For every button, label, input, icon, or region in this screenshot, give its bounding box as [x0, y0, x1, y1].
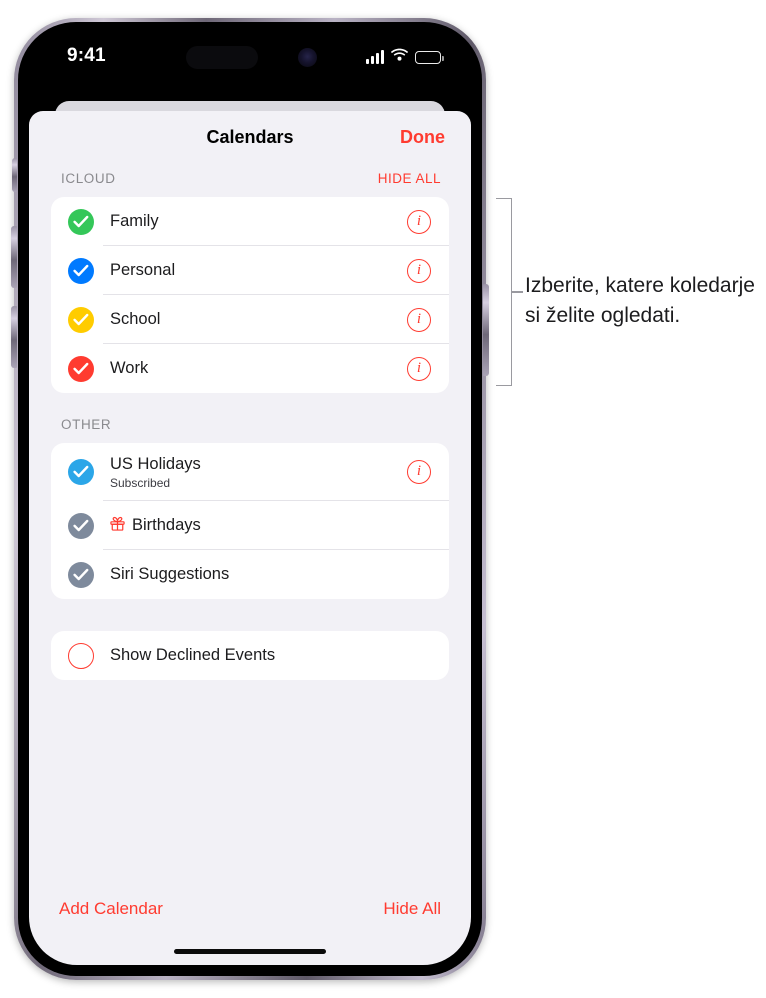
calendar-row[interactable]: Family i	[51, 197, 449, 246]
calendar-name: Birthdays	[110, 516, 431, 536]
volume-down-button[interactable]	[11, 306, 17, 368]
calendar-row-labels: Work	[110, 359, 407, 378]
calendar-checkbox[interactable]	[68, 257, 94, 284]
calendar-row[interactable]: School i	[51, 295, 449, 344]
callout-text: Izberite, katere koledarje si želite ogl…	[525, 274, 755, 327]
info-icon[interactable]: i	[407, 258, 431, 283]
wifi-icon	[390, 48, 409, 66]
calendar-checkbox[interactable]	[68, 208, 94, 235]
phone-frame: 9:41 Calendars Done ICLOUD HIDE ALL Fami…	[11, 18, 489, 980]
hide-all-link[interactable]: HIDE ALL	[378, 171, 441, 186]
sheet-nav-bar: Calendars Done	[29, 111, 471, 165]
calendar-name: Personal	[110, 261, 176, 279]
calendar-name: US Holidays	[110, 454, 201, 473]
battery-icon	[415, 50, 444, 64]
status-time: 9:41	[67, 45, 106, 66]
calendar-row[interactable]: Work i	[51, 344, 449, 393]
front-camera-icon	[298, 48, 317, 67]
info-icon[interactable]: i	[407, 356, 431, 381]
calendar-subtitle: Subscribed	[110, 475, 171, 490]
status-bar: 9:41	[29, 33, 471, 87]
calendar-name: School	[110, 310, 161, 328]
declined-events-label: Show Declined Events	[110, 646, 276, 664]
info-icon[interactable]: i	[407, 209, 431, 234]
dynamic-island	[186, 46, 258, 69]
calendar-list-other: US Holidays Subscribed i Birthdays Siri Sugg…	[51, 443, 449, 599]
cellular-signal-icon	[366, 50, 384, 64]
volume-up-button[interactable]	[11, 226, 17, 288]
section-title-icloud: ICLOUD	[61, 170, 116, 186]
power-button[interactable]	[483, 284, 489, 376]
calendar-row-labels: Personal	[110, 261, 407, 280]
hide-all-button[interactable]: Hide All	[383, 899, 441, 919]
calendar-name: Family	[110, 212, 159, 230]
home-indicator[interactable]	[174, 949, 326, 954]
bottom-toolbar: Add Calendar Hide All	[29, 899, 471, 919]
calendar-row-labels: Family	[110, 212, 407, 231]
calendar-name: Siri Suggestions	[110, 565, 230, 583]
section-header-other: OTHER	[29, 411, 471, 437]
gift-icon	[110, 516, 125, 536]
done-button[interactable]: Done	[400, 127, 445, 148]
callout-bracket	[496, 198, 512, 386]
silent-switch-button[interactable]	[12, 158, 17, 192]
callout-tick	[512, 291, 523, 293]
calendar-checkbox[interactable]	[68, 561, 94, 588]
calendar-checkbox[interactable]	[68, 306, 94, 333]
calendar-row-labels: US Holidays Subscribed	[110, 455, 407, 490]
declined-events-card: Show Declined Events	[51, 631, 449, 680]
calendar-row-labels: Siri Suggestions	[110, 565, 431, 584]
calendar-row[interactable]: US Holidays Subscribed i	[51, 443, 449, 501]
calendar-checkbox[interactable]	[68, 355, 94, 382]
declined-events-checkbox[interactable]	[68, 642, 94, 669]
section-title-other: OTHER	[61, 416, 112, 432]
calendar-name: Work	[110, 359, 149, 377]
add-calendar-button[interactable]: Add Calendar	[59, 899, 163, 919]
calendar-checkbox[interactable]	[68, 512, 94, 539]
sheet-content: ICLOUD HIDE ALL Family i Personal i School i W…	[29, 165, 471, 965]
calendar-checkbox[interactable]	[68, 459, 94, 485]
info-icon[interactable]: i	[407, 307, 431, 332]
calendar-row[interactable]: Birthdays	[51, 501, 449, 550]
status-icons	[366, 48, 444, 66]
show-declined-events-row[interactable]: Show Declined Events	[51, 631, 449, 680]
phone-bezel: 9:41 Calendars Done ICLOUD HIDE ALL Fami…	[18, 22, 482, 976]
calendar-row-labels: School	[110, 310, 407, 329]
phone-screen: 9:41 Calendars Done ICLOUD HIDE ALL Fami…	[29, 33, 471, 965]
calendar-list-icloud: Family i Personal i School i Work i	[51, 197, 449, 393]
calendar-row[interactable]: Siri Suggestions	[51, 550, 449, 599]
calendar-row[interactable]: Personal i	[51, 246, 449, 295]
section-header-icloud: ICLOUD HIDE ALL	[29, 165, 471, 191]
info-icon[interactable]: i	[407, 460, 431, 484]
calendar-row-labels: Birthdays	[110, 516, 431, 536]
calendars-sheet: Calendars Done ICLOUD HIDE ALL Family i Pe…	[29, 111, 471, 965]
